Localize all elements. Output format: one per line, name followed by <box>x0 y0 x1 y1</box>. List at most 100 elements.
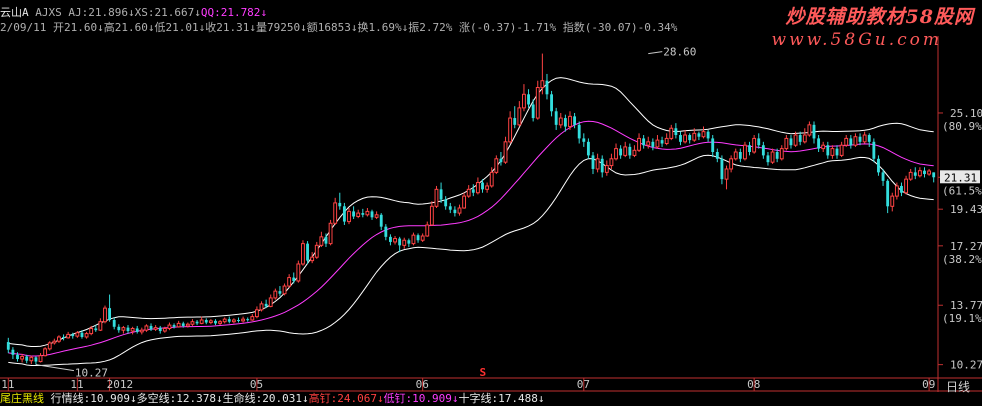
candle <box>669 124 674 141</box>
candle-body <box>214 320 217 324</box>
candle <box>591 152 595 175</box>
lower-band-line <box>8 154 934 366</box>
candle-body <box>683 134 688 143</box>
candle <box>356 209 361 219</box>
brand-url: www.58Gu.com <box>771 30 942 50</box>
candle-body <box>724 168 729 180</box>
candle-body <box>660 140 664 144</box>
candle-body <box>917 170 922 177</box>
candle <box>877 155 880 176</box>
candle <box>29 355 34 365</box>
candle <box>241 316 246 323</box>
candle <box>839 141 844 158</box>
candle <box>268 294 273 308</box>
candle-body <box>416 235 420 241</box>
candle-body <box>135 328 139 332</box>
candle-body <box>908 171 913 180</box>
candle <box>830 145 835 159</box>
candle <box>466 185 471 198</box>
candle-body <box>664 137 669 145</box>
candle <box>623 141 628 158</box>
candle <box>214 319 217 326</box>
middle-band-line <box>8 120 934 357</box>
candle-body <box>679 135 682 142</box>
candle <box>407 238 411 248</box>
candle-body <box>481 182 484 190</box>
candle-body <box>29 356 34 362</box>
candle <box>858 133 862 146</box>
candle <box>540 53 545 95</box>
candle-body <box>199 319 204 324</box>
candle <box>20 353 25 363</box>
candle-body <box>669 127 674 139</box>
candle-body <box>558 117 563 126</box>
candle <box>503 136 508 164</box>
candle-body <box>250 316 255 321</box>
y-tick-label: 17.27 <box>950 240 982 253</box>
candle-body <box>356 212 361 217</box>
candle-body <box>711 138 715 152</box>
candle-body <box>57 336 61 342</box>
candle-body <box>402 239 407 246</box>
header-line2-seg-8: ↓ <box>249 21 256 34</box>
candle-body <box>688 135 692 141</box>
candle <box>195 320 199 326</box>
candle-body <box>47 342 52 350</box>
candle <box>494 155 499 175</box>
candle <box>144 324 149 332</box>
candle-body <box>292 277 296 281</box>
candle-body <box>527 94 530 105</box>
y-tick-percent: (38.2%) <box>942 253 982 266</box>
candle <box>872 138 876 163</box>
x-tick-label: 11 <box>70 378 83 391</box>
indicator-seg-8: ↓ <box>376 392 384 405</box>
candle <box>642 135 646 149</box>
candle <box>720 155 724 185</box>
brand-watermark: 炒股辅助教材58股网 <box>785 6 974 28</box>
candle-body <box>844 137 849 146</box>
header-line2-seg-9: 量79250 <box>255 21 301 34</box>
x-tick-label: 07 <box>577 378 590 391</box>
x-tick-label: 09 <box>922 378 935 391</box>
candle-body <box>301 243 305 265</box>
candle-body <box>420 235 425 241</box>
candle <box>632 145 637 158</box>
indicator-seg-6: ↓ <box>301 392 309 405</box>
candle-body <box>103 307 107 323</box>
candle-body <box>877 158 880 173</box>
header-line1-seg-2: ↓ <box>127 6 135 19</box>
candle <box>292 272 296 284</box>
candle <box>108 294 112 322</box>
candle-body <box>389 236 392 242</box>
candle <box>628 143 632 159</box>
candle-body <box>517 107 522 126</box>
candle <box>508 111 513 144</box>
candle <box>149 323 153 332</box>
candle-body <box>817 138 821 149</box>
candle-body <box>513 118 517 125</box>
candle <box>697 131 701 141</box>
x-tick-label: 2012 <box>107 378 134 391</box>
candle-body <box>729 158 734 170</box>
candle <box>411 232 416 246</box>
y-tick-percent: (61.5%) <box>942 184 982 197</box>
candle-body <box>94 328 98 331</box>
candle-body <box>167 324 172 329</box>
candle <box>278 286 282 297</box>
candle-body <box>642 138 646 146</box>
candle <box>853 133 858 147</box>
candle-body <box>766 155 770 163</box>
candle-body <box>862 134 867 143</box>
candle-body <box>927 170 932 175</box>
candle-body <box>342 206 346 222</box>
candle-body <box>425 224 430 237</box>
candle-body <box>743 144 747 160</box>
candle <box>609 153 614 169</box>
candle-body <box>499 158 503 163</box>
candle <box>167 322 172 331</box>
candle-body <box>591 155 595 169</box>
candle <box>314 241 319 259</box>
candle-body <box>550 94 553 112</box>
candle <box>328 219 333 246</box>
candle-body <box>733 151 738 160</box>
